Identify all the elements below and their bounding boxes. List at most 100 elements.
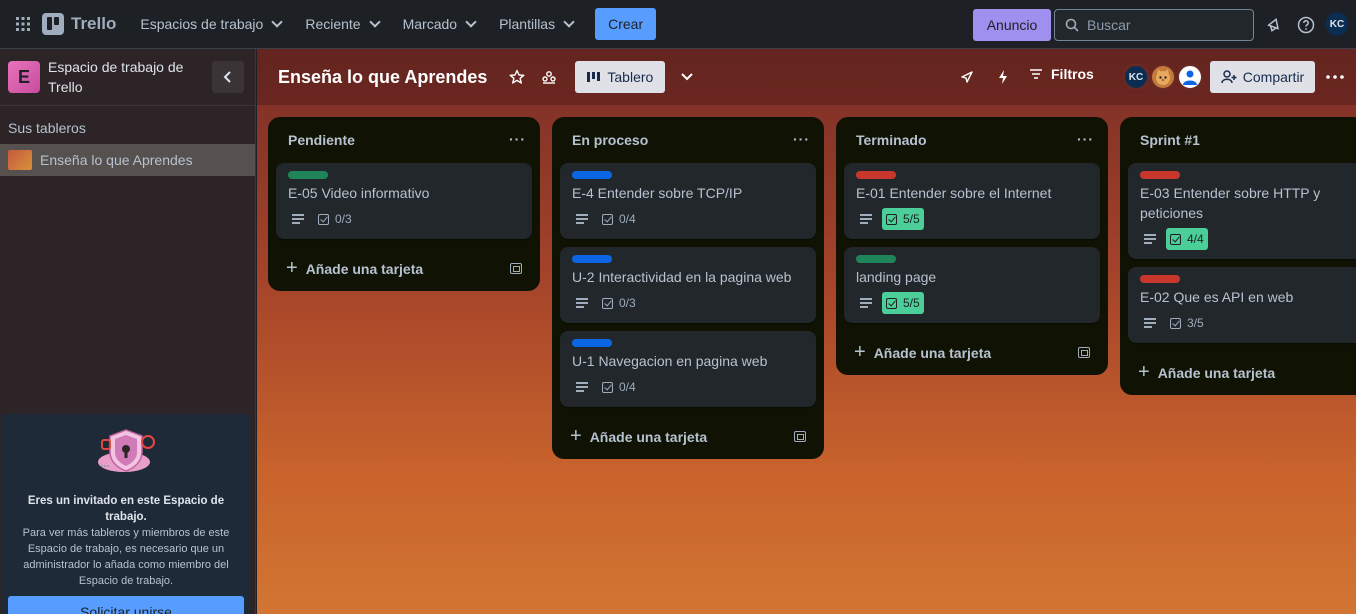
board-title[interactable]: Enseña lo que Aprendes <box>278 67 487 88</box>
card-label[interactable] <box>572 255 612 263</box>
add-card-label: Añade una tarjeta <box>1157 365 1276 381</box>
chevron-down-icon <box>368 15 381 28</box>
checklist-badge-complete: 4/4 <box>1166 228 1208 250</box>
card-label[interactable] <box>856 255 896 263</box>
list-title: En proceso <box>572 132 649 148</box>
account-avatar[interactable]: KC <box>1326 12 1348 36</box>
filters-button[interactable]: Filtros <box>1029 66 1094 82</box>
list-title: Sprint #1 <box>1140 132 1200 148</box>
create-button[interactable]: Crear <box>595 8 657 40</box>
nav-workspaces[interactable]: Espacios de trabajo <box>130 8 291 40</box>
member-avatar-default[interactable] <box>1177 64 1203 90</box>
card[interactable]: U-1 Navegacion en pagina web 0/4 <box>560 331 816 407</box>
chevron-down-icon[interactable] <box>675 65 699 89</box>
person-icon <box>1183 70 1197 85</box>
template-icon[interactable] <box>794 431 806 442</box>
board-view-button[interactable]: Tablero <box>575 61 666 93</box>
list-header[interactable]: Sprint #1··· <box>1120 117 1356 163</box>
add-card-button[interactable]: + Añade una tarjeta <box>1120 351 1356 395</box>
help-icon[interactable] <box>1295 14 1317 36</box>
locked-shield-illustration-icon <box>98 429 155 472</box>
nav-starred[interactable]: Marcado <box>393 8 485 40</box>
request-join-button[interactable]: Solicitar unirse <box>8 596 244 614</box>
nav-templates[interactable]: Plantillas <box>489 8 583 40</box>
card-title: E-02 Que es API en web <box>1140 289 1294 305</box>
workspace-sidebar: E Espacio de trabajo de Trello Sus table… <box>0 49 256 614</box>
card[interactable]: U-2 Interactividad en la pagina web 0/3 <box>560 247 816 323</box>
add-card-label: Añade una tarjeta <box>589 429 708 445</box>
description-icon <box>860 298 872 308</box>
app-switcher-icon[interactable] <box>10 11 36 37</box>
card-title: E-05 Video informativo <box>288 185 430 201</box>
checklist-icon <box>886 213 897 225</box>
list-header[interactable]: Pendiente ··· <box>268 117 540 163</box>
plus-icon: + <box>570 424 582 447</box>
nav-starred-label: Marcado <box>402 16 458 32</box>
list-pendiente: Pendiente ··· E-05 Video informativo 0/3 … <box>268 117 540 291</box>
announcement-button[interactable]: Anuncio <box>973 9 1051 41</box>
card-label[interactable] <box>572 171 612 179</box>
template-icon[interactable] <box>510 263 522 274</box>
list-header[interactable]: Terminado ··· <box>836 117 1108 163</box>
card[interactable]: E-01 Entender sobre el Internet 5/5 <box>844 163 1100 239</box>
butler-rocket-icon[interactable] <box>955 65 979 89</box>
search-icon <box>1065 18 1079 32</box>
card-badges: 0/3 <box>572 291 804 315</box>
notifications-icon[interactable] <box>1263 14 1285 36</box>
workspace-header: E Espacio de trabajo de Trello <box>0 49 255 106</box>
card[interactable]: E-02 Que es API en web 3/5 <box>1128 267 1356 343</box>
chevron-down-icon <box>465 15 477 28</box>
star-icon[interactable] <box>505 65 529 89</box>
card-label[interactable] <box>1140 171 1180 179</box>
board-view-icon <box>587 72 601 82</box>
workspace-name[interactable]: Espacio de trabajo de Trello <box>48 57 198 97</box>
member-avatar-cat[interactable] <box>1150 64 1176 90</box>
member-initials: KC <box>1128 71 1144 83</box>
add-card-button[interactable]: + Añade una tarjeta <box>836 331 1108 375</box>
workspace-avatar: E <box>8 61 40 93</box>
nav-workspaces-label: Espacios de trabajo <box>140 16 264 32</box>
template-icon[interactable] <box>1078 347 1090 358</box>
share-button[interactable]: Compartir <box>1210 61 1315 93</box>
card-label[interactable] <box>288 171 328 179</box>
board-view-label: Tablero <box>607 69 654 85</box>
card-label[interactable] <box>1140 275 1180 283</box>
checklist-icon <box>318 213 329 225</box>
description-icon <box>292 214 304 224</box>
list-header[interactable]: En proceso ··· <box>552 117 824 163</box>
list-menu-icon[interactable]: ··· <box>509 131 526 147</box>
card-badges: 0/4 <box>572 207 804 231</box>
checklist-icon <box>602 297 613 309</box>
member-avatar[interactable]: KC <box>1123 64 1149 90</box>
checklist-icon <box>1170 233 1181 245</box>
card[interactable]: E-03 Entender sobre HTTP y peticiones 4/… <box>1128 163 1356 259</box>
card[interactable]: E-05 Video informativo 0/3 <box>276 163 532 239</box>
logo-text: Trello <box>71 14 117 33</box>
list-menu-icon[interactable]: ··· <box>1077 131 1094 147</box>
card-title: E-4 Entender sobre TCP/IP <box>572 185 743 201</box>
list-menu-icon[interactable]: ··· <box>793 131 810 147</box>
board-thumbnail <box>8 150 32 170</box>
card-label[interactable] <box>572 339 612 347</box>
checklist-count: 0/4 <box>619 212 636 226</box>
description-icon <box>1144 318 1156 328</box>
add-card-button[interactable]: + Añade una tarjeta <box>552 415 824 459</box>
board-menu-icon[interactable] <box>1323 65 1347 89</box>
top-navigation: Trello Espacios de trabajo Reciente Marc… <box>0 0 1356 49</box>
add-card-button[interactable]: + Añade una tarjeta <box>268 247 540 291</box>
card[interactable]: E-4 Entender sobre TCP/IP 0/4 <box>560 163 816 239</box>
nav-recent[interactable]: Reciente <box>295 8 388 40</box>
checklist-badge-complete: 5/5 <box>882 292 924 314</box>
checklist-icon <box>602 213 613 225</box>
search-input[interactable]: Buscar <box>1054 9 1254 41</box>
card-badges: 5/5 <box>856 291 1088 315</box>
add-card-label: Añade una tarjeta <box>305 261 424 277</box>
card-label[interactable] <box>856 171 896 179</box>
automation-bolt-icon[interactable] <box>991 65 1015 89</box>
card[interactable]: landing page 5/5 <box>844 247 1100 323</box>
card-title: E-03 Entender sobre HTTP y peticiones <box>1140 185 1321 221</box>
visibility-icon[interactable] <box>537 65 561 89</box>
sidebar-board-item[interactable]: Enseña lo que Aprendes <box>0 144 255 176</box>
trello-logo[interactable]: Trello <box>42 13 116 35</box>
collapse-sidebar-button[interactable] <box>212 61 244 93</box>
